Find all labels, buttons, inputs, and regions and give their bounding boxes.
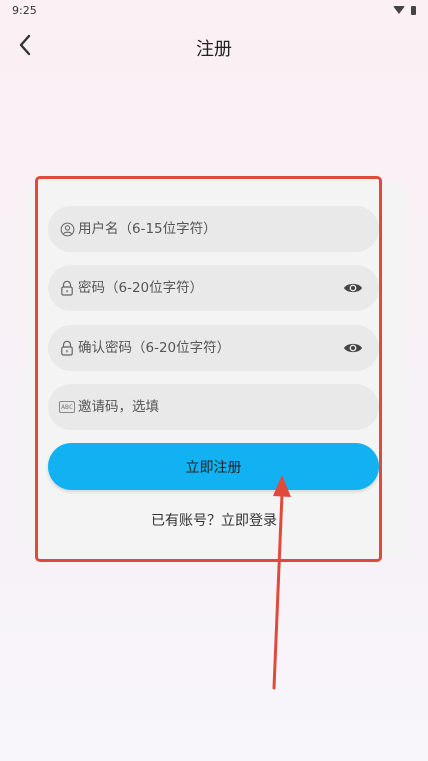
confirm-password-field[interactable] xyxy=(48,325,379,371)
lock-icon xyxy=(59,280,75,296)
page-title: 注册 xyxy=(196,39,232,60)
wifi-icon xyxy=(393,6,405,14)
username-field[interactable] xyxy=(48,206,379,252)
status-bar: 9:25 xyxy=(0,0,428,20)
battery-icon xyxy=(411,5,416,15)
status-icons xyxy=(393,5,416,15)
status-time: 9:25 xyxy=(12,3,37,17)
eye-icon xyxy=(344,283,362,293)
login-link[interactable]: 已有账号？立即登录 xyxy=(0,510,428,530)
password-field[interactable] xyxy=(48,265,379,311)
invite-code-field[interactable]: ABC xyxy=(48,384,379,430)
nav-bar: 注册 xyxy=(0,26,428,66)
register-button[interactable]: 立即注册 xyxy=(48,443,379,490)
eye-icon xyxy=(344,343,362,353)
user-icon xyxy=(59,221,75,237)
invite-code-input[interactable] xyxy=(78,399,379,415)
password-input[interactable] xyxy=(78,280,341,296)
password-visibility-toggle[interactable] xyxy=(341,278,365,298)
lock-icon xyxy=(59,340,75,356)
username-input[interactable] xyxy=(78,221,379,237)
abc-icon: ABC xyxy=(59,401,75,413)
confirm-password-visibility-toggle[interactable] xyxy=(341,338,365,358)
confirm-password-input[interactable] xyxy=(78,340,341,356)
